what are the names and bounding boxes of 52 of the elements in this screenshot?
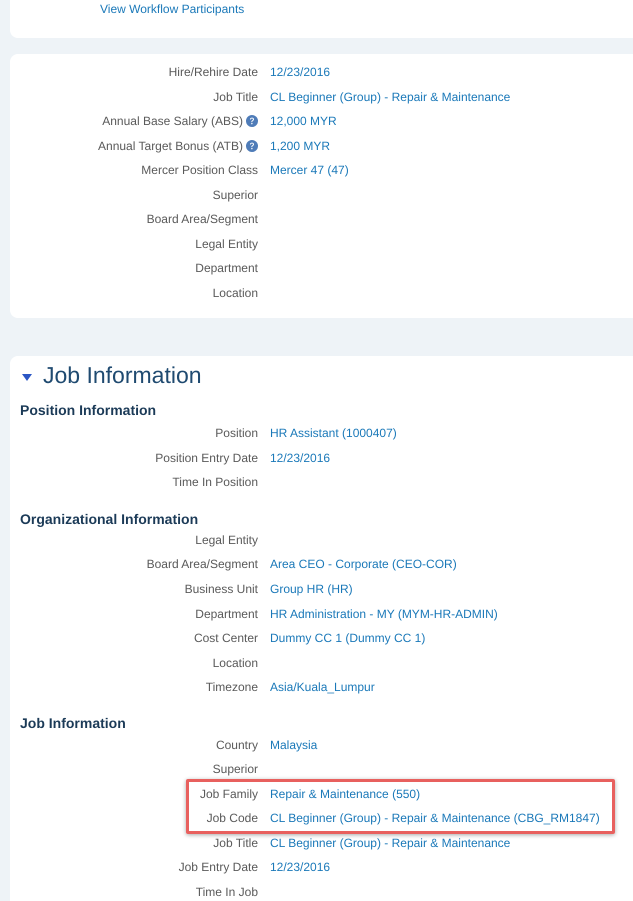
field-label: Country bbox=[216, 738, 258, 752]
field-label: Board Area/Segment bbox=[146, 557, 258, 572]
field-value: Dummy CC 1 (Dummy CC 1) bbox=[270, 631, 426, 646]
field-value: 12/23/2016 bbox=[270, 64, 330, 79]
field-value: Group HR (HR) bbox=[270, 582, 353, 596]
section-title: Job Information bbox=[43, 360, 202, 389]
field-label: Position Entry Date bbox=[155, 450, 258, 465]
subsection-heading: Organizational Information bbox=[20, 510, 198, 528]
field-value: HR Assistant (1000407) bbox=[270, 426, 397, 440]
field-label: Mercer Position Class bbox=[141, 163, 258, 178]
field-label: Department bbox=[195, 261, 258, 276]
field-value: Asia/Kuala_Lumpur bbox=[270, 680, 375, 694]
subsection-heading: Position Information bbox=[20, 400, 156, 419]
workflow-participants-link[interactable]: View Workflow Participants bbox=[100, 1, 244, 17]
field-label: Board Area/Segment bbox=[146, 212, 258, 226]
field-label: Position bbox=[215, 426, 258, 440]
field-label: Business Unit bbox=[184, 582, 258, 596]
field-label: Time In Position bbox=[172, 475, 258, 490]
field-label: Job Code bbox=[206, 811, 258, 826]
field-label: Time In Job bbox=[196, 884, 258, 899]
field-value: Mercer 47 (47) bbox=[270, 163, 349, 178]
help-icon[interactable] bbox=[246, 115, 258, 128]
field-label: Location bbox=[212, 656, 258, 670]
field-label: Job Family bbox=[200, 786, 258, 801]
field-value: 1,200 MYR bbox=[270, 138, 330, 153]
field-label: Timezone bbox=[206, 680, 258, 694]
caret-down-icon[interactable] bbox=[22, 374, 32, 381]
field-value: Area CEO - Corporate (CEO-COR) bbox=[270, 557, 457, 572]
field-label: Legal Entity bbox=[195, 532, 258, 547]
field-value: 12/23/2016 bbox=[270, 860, 330, 874]
field-label: Job Entry Date bbox=[178, 860, 258, 874]
field-label: Job Title bbox=[213, 90, 258, 104]
field-value: CL Beginner (Group) - Repair & Maintenance bbox=[270, 836, 510, 850]
field-label: Superior bbox=[212, 188, 258, 202]
field-label: Superior bbox=[212, 762, 258, 776]
field-value: HR Administration - MY (MYM-HR-ADMIN) bbox=[270, 606, 498, 620]
field-label: Location bbox=[212, 286, 258, 300]
field-label: Annual Base Salary (ABS) bbox=[102, 114, 243, 128]
field-label: Annual Target Bonus (ATB) bbox=[98, 138, 243, 153]
field-label: Department bbox=[195, 606, 258, 620]
field-value: Malaysia bbox=[270, 738, 318, 752]
field-label: Job Title bbox=[213, 836, 258, 850]
field-value: 12/23/2016 bbox=[270, 450, 330, 465]
field-label: Cost Center bbox=[194, 631, 258, 646]
subsection-heading: Job Information bbox=[20, 714, 126, 732]
field-label: Legal Entity bbox=[195, 236, 258, 251]
field-value: Repair & Maintenance (550) bbox=[270, 786, 420, 801]
field-value: CL Beginner (Group) - Repair & Maintenance (CBG_RM1847) bbox=[270, 811, 600, 826]
field-value: CL Beginner (Group) - Repair & Maintenance bbox=[270, 90, 510, 104]
help-icon[interactable] bbox=[246, 140, 258, 152]
field-label: Hire/Rehire Date bbox=[168, 64, 258, 79]
field-value: 12,000 MYR bbox=[270, 114, 337, 128]
